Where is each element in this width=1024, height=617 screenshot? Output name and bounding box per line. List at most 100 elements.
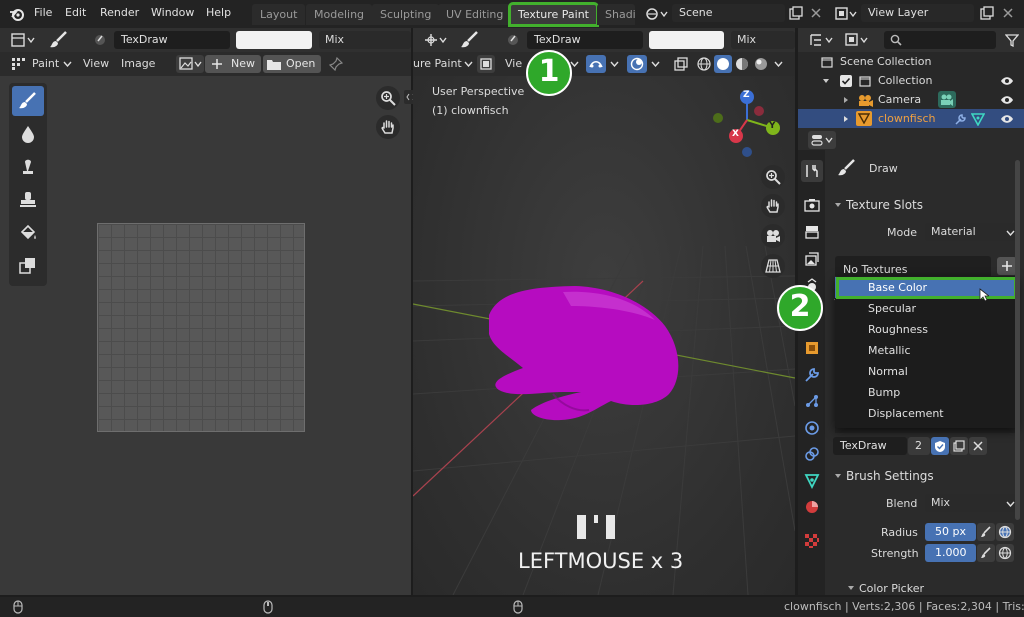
properties-editor-type-icon[interactable] xyxy=(808,131,836,149)
clownfisch-visibility-eye-icon[interactable] xyxy=(999,113,1015,125)
menu-item-displacement[interactable]: Displacement xyxy=(835,403,1018,424)
shading-solid-icon[interactable] xyxy=(714,55,732,73)
outliner-row-clownfisch[interactable]: clownfisch xyxy=(798,109,1024,128)
tab-texture-paint[interactable]: Texture Paint xyxy=(508,2,599,27)
tab-modeling[interactable]: Modeling xyxy=(306,4,373,25)
open-image-button[interactable]: Open xyxy=(263,55,321,73)
pin-icon[interactable] xyxy=(328,56,344,72)
new-scene-icon[interactable] xyxy=(788,5,804,21)
clownfisch-mesh[interactable] xyxy=(489,286,679,421)
view-layer-icon[interactable] xyxy=(833,5,859,23)
brush-name-field[interactable]: TexDraw xyxy=(114,31,230,49)
viewport-brush-name-field[interactable]: TexDraw xyxy=(527,31,643,49)
viewport-editor-type-icon[interactable] xyxy=(423,31,449,49)
tab-particles[interactable] xyxy=(801,390,823,412)
brush-blend-dropdown[interactable]: Mix xyxy=(925,494,1017,512)
brush-settings-panel-header[interactable]: Brush Settings xyxy=(828,466,1018,486)
toggle-perspective-grid-icon[interactable] xyxy=(761,254,785,278)
camera-view-icon[interactable] xyxy=(761,224,785,248)
radius-unit-globe-icon[interactable] xyxy=(996,523,1014,541)
shading-rendered-icon[interactable] xyxy=(752,55,770,73)
tab-material[interactable] xyxy=(801,496,823,518)
color-swatch[interactable] xyxy=(236,31,312,49)
visibility-eye-icon[interactable] xyxy=(999,75,1015,87)
outliner-row-scene-collection[interactable]: Scene Collection xyxy=(798,52,1024,71)
image-canvas-grid[interactable] xyxy=(97,223,305,432)
editor-type-icon[interactable] xyxy=(10,31,38,49)
tab-constraints[interactable] xyxy=(801,443,823,465)
strength-pressure-icon[interactable] xyxy=(977,544,995,562)
remove-view-layer-icon[interactable] xyxy=(1000,5,1016,21)
outliner-row-collection[interactable]: Collection xyxy=(798,71,1024,90)
image-browse-icon[interactable] xyxy=(176,55,204,73)
scene-field[interactable]: Scene xyxy=(672,4,785,22)
expand-chevron-icon[interactable] xyxy=(821,76,831,86)
menu-help[interactable]: Help xyxy=(206,5,231,21)
radius-pressure-icon[interactable] xyxy=(977,523,995,541)
zoom-icon[interactable] xyxy=(376,86,400,110)
brush-datablock-field[interactable]: TexDraw xyxy=(833,437,907,455)
outliner-row-camera[interactable]: Camera xyxy=(798,90,1024,109)
tool-smear[interactable] xyxy=(12,152,44,182)
texture-paint-mode-icon[interactable] xyxy=(477,55,495,73)
duplicate-brush-icon[interactable] xyxy=(950,437,968,455)
viewport-brush-icon[interactable] xyxy=(459,31,481,49)
tool-fill[interactable] xyxy=(12,218,44,248)
blender-logo-icon[interactable] xyxy=(8,5,26,23)
tab-texture[interactable] xyxy=(801,530,823,552)
modifier-wrench-icon[interactable] xyxy=(953,112,967,126)
viewport-zoom-icon[interactable] xyxy=(761,165,785,189)
menu-item-bump[interactable]: Bump xyxy=(835,382,1018,403)
viewport-pan-hand-icon[interactable] xyxy=(761,194,785,218)
tab-object[interactable] xyxy=(801,337,823,359)
tab-layout[interactable]: Layout xyxy=(252,4,306,25)
brush-icon[interactable] xyxy=(48,31,70,49)
symmetry-icon[interactable] xyxy=(586,55,606,73)
menu-item-roughness[interactable]: Roughness xyxy=(835,319,1018,340)
menu-file[interactable]: File xyxy=(34,5,52,21)
outliner-search-input[interactable] xyxy=(884,31,996,49)
expand-chevron-right-icon[interactable] xyxy=(842,95,850,105)
tool-soften[interactable] xyxy=(12,119,44,149)
tab-modifiers[interactable] xyxy=(801,364,823,386)
scene-selector-icon[interactable] xyxy=(644,5,670,23)
color-picker-panel-header[interactable]: Color Picker xyxy=(842,580,1012,596)
clownfisch-expand-chevron-icon[interactable] xyxy=(842,114,850,124)
camera-visibility-eye-icon[interactable] xyxy=(999,94,1015,106)
brush-users-count[interactable]: 2 xyxy=(908,437,930,455)
tab-view-layer[interactable] xyxy=(801,248,823,270)
strength-globe-icon[interactable] xyxy=(996,544,1014,562)
texture-mode-dropdown[interactable]: Material xyxy=(925,223,1017,241)
tab-data[interactable] xyxy=(801,470,823,492)
display-mode-icon[interactable] xyxy=(843,31,871,49)
menu-view[interactable]: View xyxy=(83,57,109,70)
overlays-icon[interactable] xyxy=(627,55,647,73)
viewport-menu-view[interactable]: Vie xyxy=(505,57,522,70)
viewport-mode-label[interactable]: ure Paint xyxy=(413,57,462,70)
filter-icon[interactable] xyxy=(1004,32,1020,48)
texture-slots-panel-header[interactable]: Texture Slots xyxy=(828,195,1018,215)
menu-item-normal[interactable]: Normal xyxy=(835,361,1018,382)
tool-draw[interactable] xyxy=(12,86,44,116)
viewport-blend-dropdown[interactable]: Mix xyxy=(731,31,795,49)
menu-image[interactable]: Image xyxy=(121,57,155,70)
xray-icon[interactable] xyxy=(672,55,690,73)
strength-slider[interactable]: 1.000 xyxy=(925,544,976,562)
shading-material-icon[interactable] xyxy=(733,55,751,73)
fake-user-shield-icon[interactable] xyxy=(931,437,949,455)
tab-render[interactable] xyxy=(801,194,823,216)
menu-item-metallic[interactable]: Metallic xyxy=(835,340,1018,361)
blend-dropdown[interactable]: Mix xyxy=(319,31,411,49)
viewport-color-swatch[interactable] xyxy=(649,31,724,49)
new-image-button[interactable]: New xyxy=(205,55,261,73)
tab-output[interactable] xyxy=(801,221,823,243)
tab-shading[interactable]: Shadi xyxy=(597,4,635,25)
pan-hand-icon[interactable] xyxy=(376,115,400,139)
menu-window[interactable]: Window xyxy=(151,5,194,21)
tab-uv-editing[interactable]: UV Editing xyxy=(438,4,512,25)
mesh-data-icon[interactable] xyxy=(970,112,986,126)
new-view-layer-icon[interactable] xyxy=(979,5,995,21)
tab-physics[interactable] xyxy=(801,417,823,439)
unlink-brush-icon[interactable] xyxy=(969,437,987,455)
tab-tool[interactable] xyxy=(801,160,823,182)
